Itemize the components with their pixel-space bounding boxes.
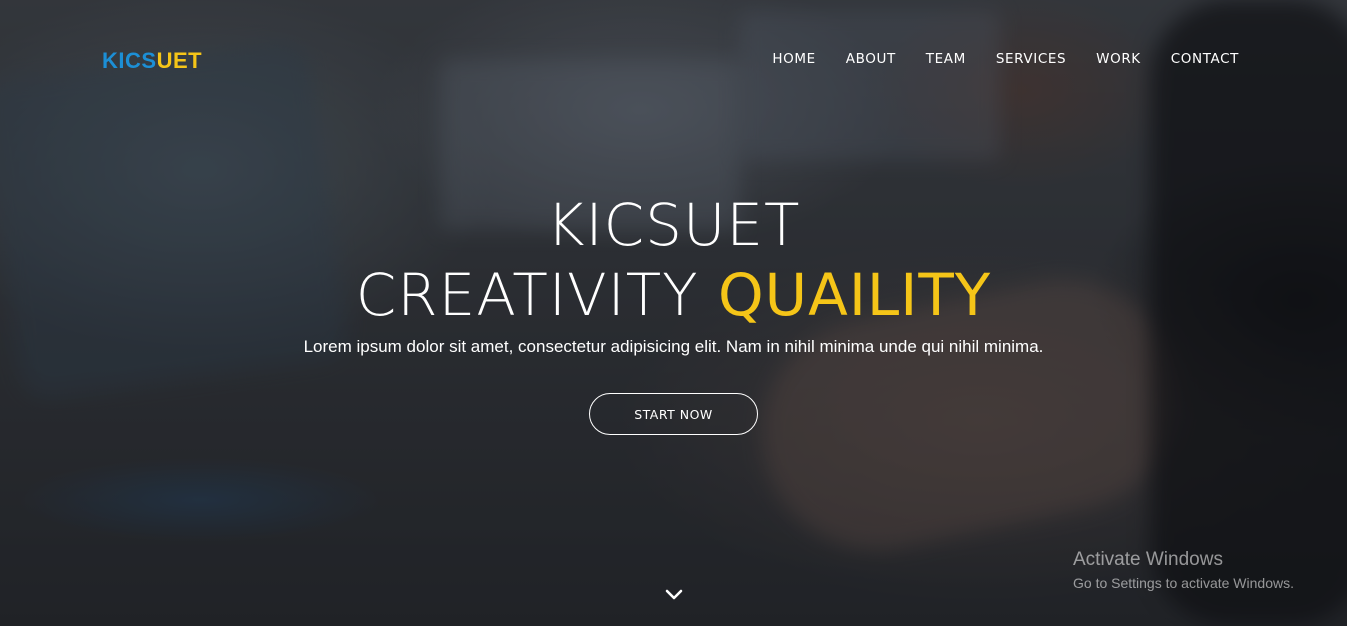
nav-item-team[interactable]: TEAM [926,51,966,67]
hero-tagline: CREATIVITY QUAILITY [0,265,1347,325]
chevron-down-icon[interactable] [663,584,685,606]
nav-item-services[interactable]: SERVICES [996,51,1066,67]
windows-activation-watermark: Activate Windows Go to Settings to activ… [1073,548,1294,593]
logo-part-blue: KICS [102,48,157,73]
start-now-button[interactable]: START NOW [589,393,758,435]
hero-subtitle: Lorem ipsum dolor sit amet, consectetur … [303,337,1044,356]
logo-part-yellow: UET [156,48,203,73]
hero-title: KICSUET [546,191,801,259]
main-nav: HOME ABOUT TEAM SERVICES WORK CONTACT [772,51,1239,67]
nav-item-contact[interactable]: CONTACT [1171,51,1239,67]
hero-content: KICSUET CREATIVITY QUAILITY Lorem ipsum … [0,185,1347,357]
hero-tagline-plain: CREATIVITY [355,261,719,329]
watermark-title: Activate Windows [1073,549,1223,570]
nav-item-about[interactable]: ABOUT [846,51,896,67]
navbar: KICSUET HOME ABOUT TEAM SERVICES WORK CO… [0,0,1347,120]
brand-logo[interactable]: KICSUET [102,48,202,74]
watermark-subtitle: Go to Settings to activate Windows. [1073,575,1294,591]
hero-tagline-accent: QUAILITY [718,261,992,329]
nav-item-home[interactable]: HOME [772,51,815,67]
nav-item-work[interactable]: WORK [1096,51,1141,67]
